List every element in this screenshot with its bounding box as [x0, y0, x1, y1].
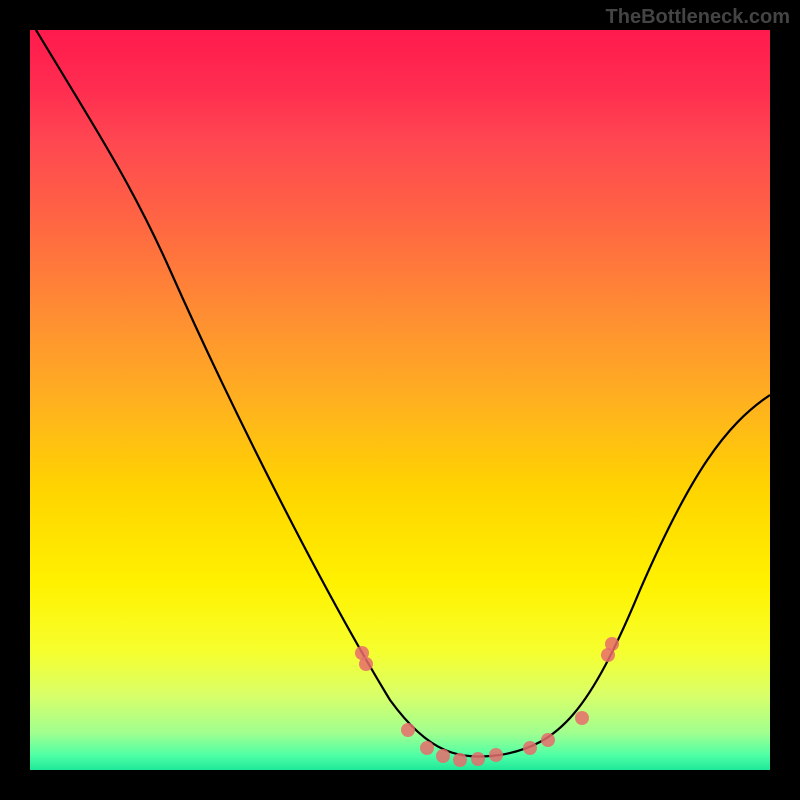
marker-dot — [605, 637, 619, 651]
marker-dot — [541, 733, 555, 747]
marker-dot — [436, 749, 450, 763]
marker-dot — [575, 711, 589, 725]
bottleneck-curve — [30, 30, 770, 756]
chart-frame — [30, 30, 770, 770]
marker-dot — [471, 752, 485, 766]
marker-dot — [453, 753, 467, 767]
marker-dot — [489, 748, 503, 762]
attribution-text: TheBottleneck.com — [606, 6, 790, 29]
marker-dot — [420, 741, 434, 755]
chart-svg — [30, 30, 770, 770]
marker-dot — [401, 723, 415, 737]
marker-group — [355, 637, 619, 767]
marker-dot — [359, 657, 373, 671]
marker-dot — [523, 741, 537, 755]
